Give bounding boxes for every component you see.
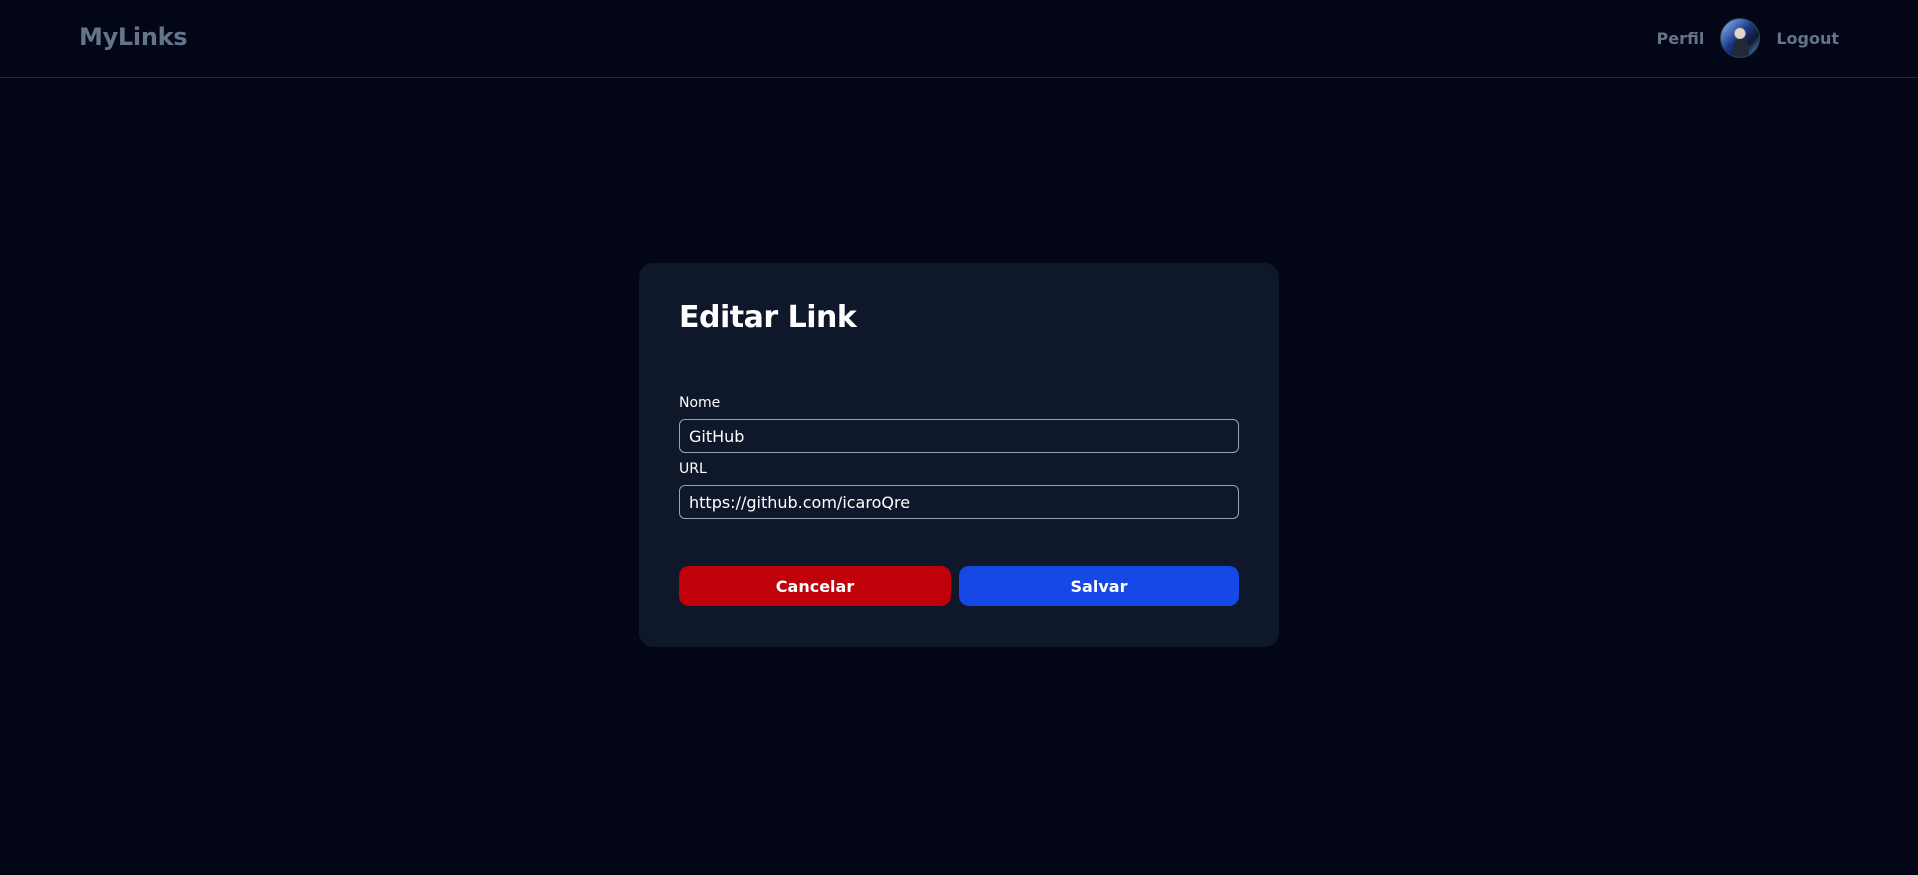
edit-link-card: Editar Link Nome URL Cancelar Salvar xyxy=(639,263,1279,647)
save-button[interactable]: Salvar xyxy=(959,566,1239,606)
page-title: Editar Link xyxy=(679,300,857,335)
url-field-label: URL xyxy=(679,461,707,477)
name-input[interactable] xyxy=(679,419,1239,453)
navbar-actions: Perfil Logout xyxy=(1657,18,1839,58)
logout-link[interactable]: Logout xyxy=(1776,29,1839,48)
top-navbar: MyLinks Perfil Logout xyxy=(0,0,1918,78)
name-field-label: Nome xyxy=(679,395,721,411)
profile-link[interactable]: Perfil xyxy=(1657,29,1705,48)
user-avatar[interactable] xyxy=(1720,18,1761,58)
url-input[interactable] xyxy=(679,485,1239,519)
brand-logo[interactable]: MyLinks xyxy=(79,23,188,51)
cancel-button[interactable]: Cancelar xyxy=(679,566,951,606)
